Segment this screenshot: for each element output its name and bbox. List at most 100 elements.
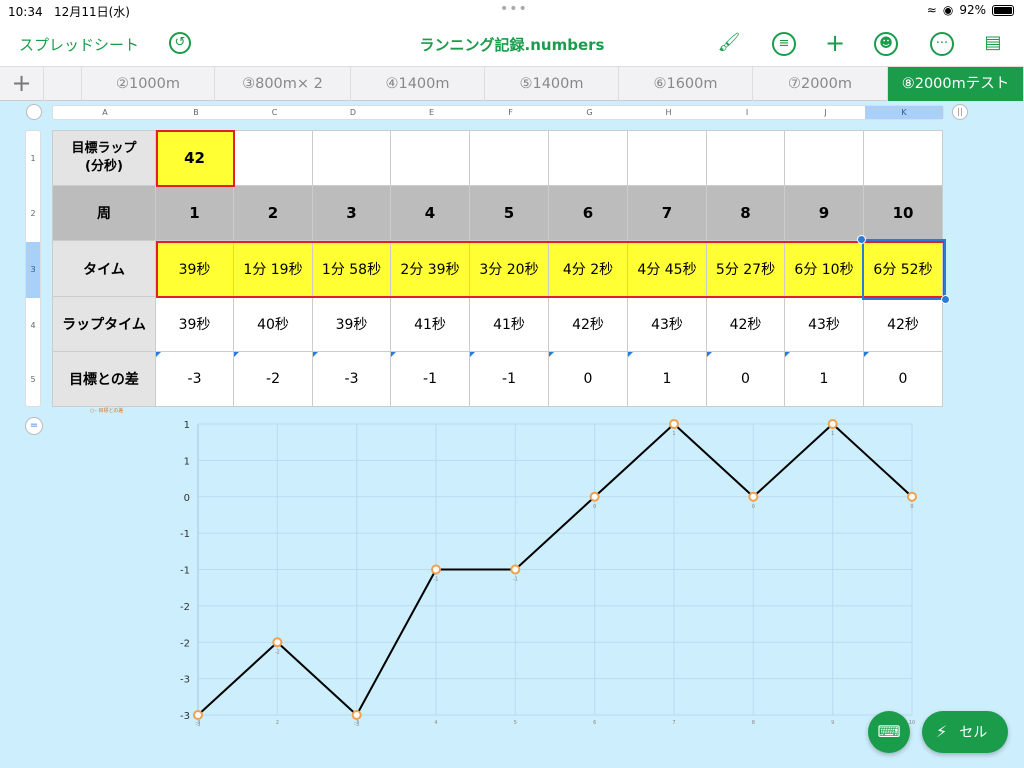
brush-icon[interactable]: 🖌 [716, 31, 742, 57]
cell-g1[interactable] [549, 130, 628, 186]
cell-h4[interactable]: 43秒 [628, 297, 707, 352]
row-header-1[interactable]: 1 [26, 131, 40, 186]
cell-d4[interactable]: 39秒 [313, 297, 391, 352]
more-icon[interactable]: ··· [930, 32, 954, 56]
cell-k5[interactable]: 0 [864, 352, 943, 407]
cell-i1[interactable] [707, 130, 785, 186]
tab-1000m[interactable]: ②1000m [82, 67, 215, 101]
cell-b5[interactable]: -3 [156, 352, 234, 407]
cell-f5[interactable]: -1 [470, 352, 549, 407]
cell-g2[interactable]: 6 [549, 186, 628, 241]
cell-k4[interactable]: 42秒 [864, 297, 943, 352]
add-sheet-button[interactable]: + [0, 67, 44, 101]
cell-c2[interactable]: 2 [234, 186, 313, 241]
column-header-a[interactable]: A [53, 106, 157, 119]
document-title[interactable]: ランニング記録.numbers [420, 36, 605, 54]
cell-i3[interactable]: 5分 27秒 [707, 241, 785, 297]
cell-k3[interactable]: 6分 52秒 [864, 241, 943, 297]
tab-1600m[interactable]: ⑥1600m [619, 67, 753, 101]
cell-j3[interactable]: 6分 10秒 [785, 241, 864, 297]
cell-f2[interactable]: 5 [470, 186, 549, 241]
cell-a4[interactable]: ラップタイム [52, 297, 156, 352]
cell-a1[interactable]: 目標ラップ (分秒) [52, 130, 156, 186]
cell-c1[interactable] [234, 130, 313, 186]
cell-e5[interactable]: -1 [391, 352, 470, 407]
cell-f4[interactable]: 41秒 [470, 297, 549, 352]
cell-d5[interactable]: -3 [313, 352, 391, 407]
multitask-dots[interactable]: ••• [500, 1, 528, 17]
cell-b2[interactable]: 1 [156, 186, 234, 241]
cell-d3[interactable]: 1分 58秒 [313, 241, 391, 297]
cell-k1[interactable] [864, 130, 943, 186]
column-header-h[interactable]: H [629, 106, 708, 119]
line-chart[interactable]: 110-1-1-2-2-3-3 -3 2 -3 4 5 6 7 8 9 10 -3-2-3-1 -1… [0, 405, 1024, 768]
column-header-k[interactable]: K [865, 106, 943, 119]
cell-b3[interactable]: 39秒 [156, 241, 234, 297]
table-select-handle[interactable] [26, 104, 42, 120]
reader-icon[interactable]: ▤ [980, 31, 1006, 57]
data-point-marker [827, 419, 838, 429]
cell-c3[interactable]: 1分 19秒 [234, 241, 313, 297]
keyboard-icon[interactable]: ⌨ [868, 711, 910, 753]
column-header-d[interactable]: D [314, 106, 392, 119]
tab-1400m-a[interactable]: ④1400m [351, 67, 485, 101]
row-header-2[interactable]: 2 [26, 186, 40, 242]
cell-e3[interactable]: 2分 39秒 [391, 241, 470, 297]
cell-d2[interactable]: 3 [313, 186, 391, 241]
cell-e2[interactable]: 4 [391, 186, 470, 241]
column-header-c[interactable]: C [235, 106, 314, 119]
cell-a3[interactable]: タイム [52, 241, 156, 297]
cell-g4[interactable]: 42秒 [549, 297, 628, 352]
plus-icon[interactable]: + [822, 31, 848, 57]
row-header-5[interactable]: 5 [26, 353, 40, 406]
cell-d1[interactable] [313, 130, 391, 186]
filter-icon[interactable]: ≡ [772, 32, 796, 56]
cell-i2[interactable]: 8 [707, 186, 785, 241]
cell-c4[interactable]: 40秒 [234, 297, 313, 352]
tab-2000m[interactable]: ⑦2000m [753, 67, 888, 101]
cell-f3[interactable]: 3分 20秒 [470, 241, 549, 297]
cell-i4[interactable]: 42秒 [707, 297, 785, 352]
column-header-e[interactable]: E [392, 106, 471, 119]
cell-i5[interactable]: 0 [707, 352, 785, 407]
cell-format-button[interactable]: ⚡ セル [922, 711, 1008, 753]
cell-g3[interactable]: 4分 2秒 [549, 241, 628, 297]
cell-c5[interactable]: -2 [234, 352, 313, 407]
cell-g5[interactable]: 0 [549, 352, 628, 407]
cell-j5[interactable]: 1 [785, 352, 864, 407]
selection-handle-bottom[interactable] [941, 295, 950, 304]
cell-k2[interactable]: 10 [864, 186, 943, 241]
cell-a5[interactable]: 目標との差 [52, 352, 156, 407]
row-header-4[interactable]: 4 [26, 298, 40, 353]
data-point-label: 0 [593, 504, 596, 510]
cell-a2[interactable]: 周 [52, 186, 156, 241]
column-header-g[interactable]: G [550, 106, 629, 119]
cell-j2[interactable]: 9 [785, 186, 864, 241]
cell-e4[interactable]: 41秒 [391, 297, 470, 352]
x-tick-label: 5 [514, 720, 517, 726]
column-header-j[interactable]: J [786, 106, 865, 119]
cell-f1[interactable] [470, 130, 549, 186]
cell-h3[interactable]: 4分 45秒 [628, 241, 707, 297]
cell-b1[interactable]: 42 [156, 130, 234, 186]
column-resize-handle[interactable]: || [952, 104, 968, 120]
cell-h5[interactable]: 1 [628, 352, 707, 407]
cell-j4[interactable]: 43秒 [785, 297, 864, 352]
collaborate-icon[interactable]: ☻ [874, 32, 898, 56]
tab-800m[interactable]: ③800m× 2 [215, 67, 351, 101]
cell-h2[interactable]: 7 [628, 186, 707, 241]
cell-e1[interactable] [391, 130, 470, 186]
back-to-spreadsheets-button[interactable]: スプレッドシート [19, 34, 139, 55]
x-tick-label: 9 [831, 720, 834, 726]
column-header-i[interactable]: I [708, 106, 786, 119]
column-header-f[interactable]: F [471, 106, 550, 119]
tab-2000m-test[interactable]: ⑧2000mテスト [888, 67, 1024, 101]
tab-1400m-b[interactable]: ⑤1400m [485, 67, 619, 101]
undo-icon[interactable]: ↺ [169, 32, 191, 54]
column-header-b[interactable]: B [157, 106, 235, 119]
cell-b4[interactable]: 39秒 [156, 297, 234, 352]
cell-h1[interactable] [628, 130, 707, 186]
selection-handle-top[interactable] [857, 235, 866, 244]
cell-j1[interactable] [785, 130, 864, 186]
row-header-3[interactable]: 3 [26, 242, 40, 298]
